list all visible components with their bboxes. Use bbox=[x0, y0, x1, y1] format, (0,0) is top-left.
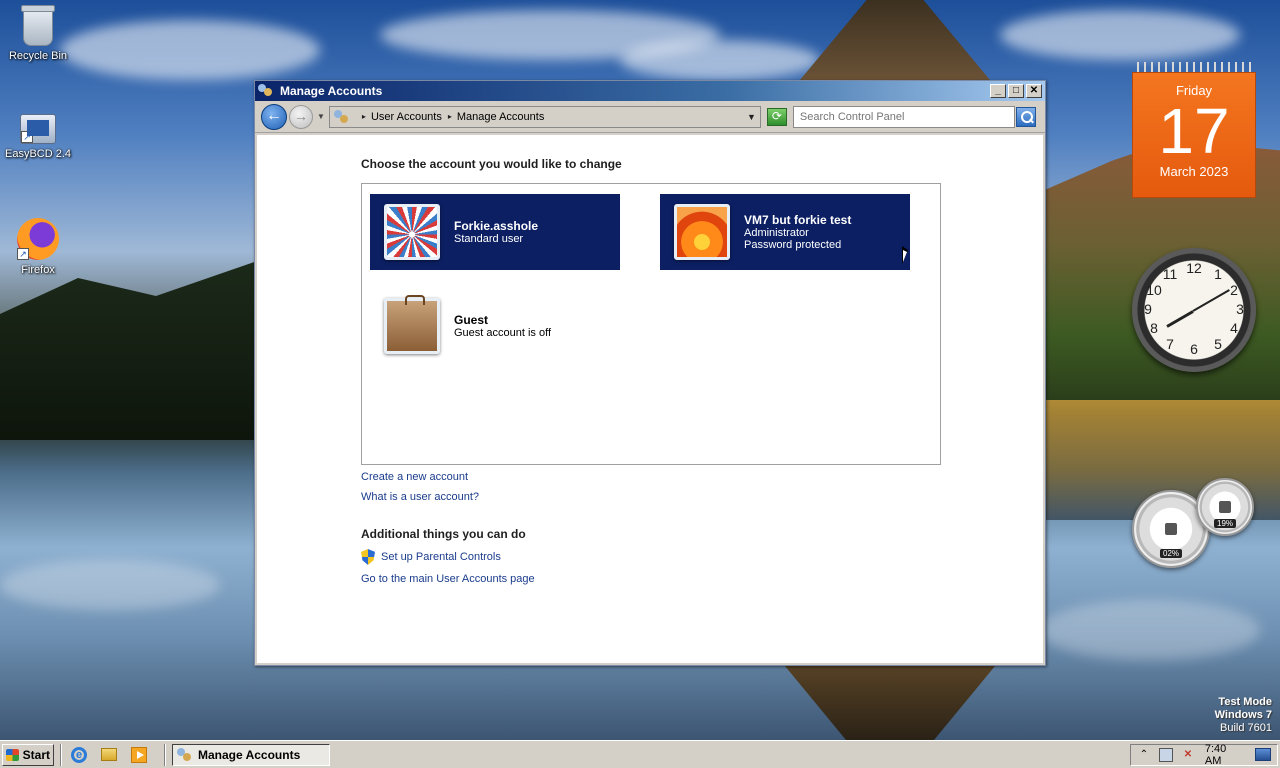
calendar-day: 17 bbox=[1158, 95, 1230, 167]
flower-picture bbox=[674, 204, 730, 260]
what-is-user-account-link[interactable]: What is a user account? bbox=[361, 491, 479, 503]
clock-number: 10 bbox=[1146, 282, 1162, 298]
account-status: Guest account is off bbox=[454, 327, 552, 339]
clock-number: 4 bbox=[1230, 320, 1238, 336]
recent-pages-dropdown-icon[interactable]: ▼ bbox=[317, 112, 325, 121]
clock-number: 6 bbox=[1190, 341, 1198, 357]
account-type: Administrator bbox=[744, 227, 809, 239]
desktop-icon-label: EasyBCD 2.4 bbox=[4, 148, 72, 160]
calendar-gadget[interactable]: Friday 17 March 2023 bbox=[1132, 62, 1256, 198]
mouse-pointer-icon bbox=[902, 246, 908, 264]
clock-number: 11 bbox=[1162, 266, 1178, 282]
manage-accounts-window: Manage Accounts _ □ ✕ ← → ▼ ▸ User Accou… bbox=[254, 80, 1046, 666]
clock-number: 8 bbox=[1150, 320, 1158, 336]
clock-minute-hand bbox=[1192, 289, 1230, 312]
memory-usage-value: 19% bbox=[1213, 519, 1237, 528]
back-button[interactable]: ← bbox=[261, 103, 287, 130]
volume-muted-icon[interactable]: ✕ bbox=[1181, 748, 1195, 762]
network-icon[interactable] bbox=[1158, 747, 1173, 762]
breadcrumb-user-accounts[interactable]: User Accounts bbox=[371, 111, 442, 123]
page-heading: Choose the account you would like to cha… bbox=[361, 157, 622, 171]
show-hidden-icons-icon[interactable]: ⌃ bbox=[1137, 748, 1151, 762]
account-status: Password protected bbox=[744, 239, 842, 251]
account-tile-forkie-asshole[interactable]: Forkie.asshole Standard user bbox=[370, 194, 620, 270]
breadcrumb-manage-accounts[interactable]: Manage Accounts bbox=[457, 111, 544, 123]
quicklaunch-media-player[interactable] bbox=[128, 744, 150, 766]
briefcase-picture bbox=[384, 295, 440, 354]
content-pane: Choose the account you would like to cha… bbox=[257, 135, 1043, 663]
desktop-icon-label: Recycle Bin bbox=[8, 50, 68, 62]
shield-icon bbox=[361, 549, 375, 565]
clock-number: 1 bbox=[1214, 266, 1222, 282]
cpu-chip-icon bbox=[1165, 523, 1177, 535]
search-input[interactable] bbox=[792, 105, 1015, 128]
desktop-icon-firefox[interactable]: ↗ Firefox bbox=[0, 218, 76, 276]
clock-number: 5 bbox=[1214, 336, 1222, 352]
account-type: Standard user bbox=[454, 233, 524, 245]
clock-number: 7 bbox=[1166, 336, 1174, 352]
clock-number: 12 bbox=[1186, 260, 1202, 276]
calendar-month-year: March 2023 bbox=[1159, 164, 1229, 179]
close-button[interactable]: ✕ bbox=[1026, 84, 1042, 98]
desktop-icon-label: Firefox bbox=[21, 264, 55, 276]
address-dropdown-icon[interactable]: ▼ bbox=[747, 112, 756, 122]
clock-hour-hand bbox=[1166, 310, 1194, 328]
main-user-accounts-link[interactable]: Go to the main User Accounts page bbox=[361, 573, 535, 585]
account-tile-guest[interactable]: Guest Guest account is off bbox=[370, 288, 620, 364]
system-tray: ⌃ ✕ 7:40 AM bbox=[1130, 743, 1278, 767]
control-panel-icon bbox=[333, 109, 350, 124]
folder-icon bbox=[101, 748, 117, 761]
windows-flag-icon bbox=[6, 748, 19, 761]
taskbar-button-manage-accounts[interactable]: Manage Accounts bbox=[172, 743, 330, 766]
account-name: VM7 but forkie test bbox=[744, 213, 852, 227]
memory-meter-gadget[interactable]: 19% bbox=[1196, 478, 1254, 536]
media-player-icon bbox=[131, 746, 147, 763]
maximize-button[interactable]: □ bbox=[1008, 84, 1024, 98]
address-bar[interactable]: ▸ User Accounts ▸ Manage Accounts ▼ bbox=[328, 105, 761, 128]
account-tile-vm7-but-forkie-test[interactable]: VM7 but forkie test Administrator Passwo… bbox=[660, 194, 910, 270]
show-desktop-icon[interactable] bbox=[1255, 748, 1272, 761]
start-button[interactable]: Start bbox=[2, 743, 54, 766]
account-name: Guest bbox=[454, 313, 489, 327]
windmill-picture bbox=[384, 204, 440, 260]
breadcrumb-separator-icon[interactable]: ▸ bbox=[448, 112, 452, 121]
desktop-icon-easybcd[interactable]: ↗ EasyBCD 2.4 bbox=[0, 114, 76, 160]
taskbar: Start e Manage Accounts ⌃ ✕ 7:40 AM bbox=[0, 740, 1280, 768]
create-account-link[interactable]: Create a new account bbox=[361, 471, 468, 483]
easybcd-icon: ↗ bbox=[20, 114, 56, 144]
clock-gadget[interactable]: 12 1 2 3 4 5 6 7 8 9 10 11 bbox=[1132, 248, 1256, 372]
user-accounts-icon bbox=[177, 747, 193, 762]
accounts-list: Forkie.asshole Standard user VM7 but for… bbox=[361, 183, 941, 465]
memory-chip-icon bbox=[1219, 501, 1231, 513]
quicklaunch-explorer[interactable] bbox=[98, 744, 120, 766]
clock-number: 3 bbox=[1236, 301, 1244, 317]
minimize-button[interactable]: _ bbox=[990, 84, 1006, 98]
window-titlebar[interactable]: Manage Accounts _ □ ✕ bbox=[255, 81, 1045, 101]
recycle-bin-icon bbox=[21, 5, 55, 46]
firefox-icon: ↗ bbox=[17, 218, 59, 260]
search-icon[interactable] bbox=[1015, 106, 1036, 127]
clock-time[interactable]: 7:40 AM bbox=[1205, 743, 1245, 767]
desktop-icon-recycle-bin[interactable]: Recycle Bin bbox=[0, 5, 76, 62]
account-name: Forkie.asshole bbox=[454, 219, 539, 233]
test-mode-watermark: Test Mode Windows 7 Build 7601 bbox=[1214, 696, 1272, 734]
window-title: Manage Accounts bbox=[280, 84, 383, 98]
internet-explorer-icon: e bbox=[71, 746, 87, 763]
clock-number: 9 bbox=[1144, 301, 1152, 317]
cpu-usage-value: 02% bbox=[1159, 549, 1183, 558]
refresh-button[interactable]: ⟳ bbox=[766, 107, 787, 126]
additional-heading: Additional things you can do bbox=[361, 527, 526, 541]
forward-button[interactable]: → bbox=[289, 104, 313, 129]
navigation-bar: ← → ▼ ▸ User Accounts ▸ Manage Accounts … bbox=[255, 101, 1045, 133]
quicklaunch-internet-explorer[interactable]: e bbox=[68, 744, 90, 766]
parental-controls-link[interactable]: Set up Parental Controls bbox=[361, 549, 501, 565]
breadcrumb-separator-icon[interactable]: ▸ bbox=[362, 112, 366, 121]
user-accounts-icon bbox=[258, 84, 274, 98]
